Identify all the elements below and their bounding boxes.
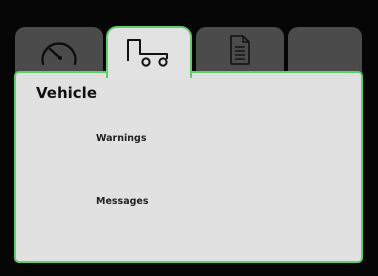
vehicle-panel: Vehicle Warnings Messages	[14, 71, 363, 263]
document-icon	[228, 34, 252, 66]
vehicle-trailer-icon	[122, 36, 176, 68]
tab-vehicle[interactable]	[106, 26, 192, 78]
display-screen: Vehicle Warnings Messages	[0, 0, 378, 276]
panel-title: Vehicle	[36, 84, 97, 102]
tab-gauges[interactable]	[15, 27, 103, 73]
tab-documents[interactable]	[196, 27, 284, 73]
tab-empty[interactable]	[288, 27, 362, 73]
menu-item-warnings[interactable]: Warnings	[93, 131, 149, 146]
speedometer-icon	[38, 33, 80, 67]
menu-item-messages[interactable]: Messages	[93, 194, 152, 209]
